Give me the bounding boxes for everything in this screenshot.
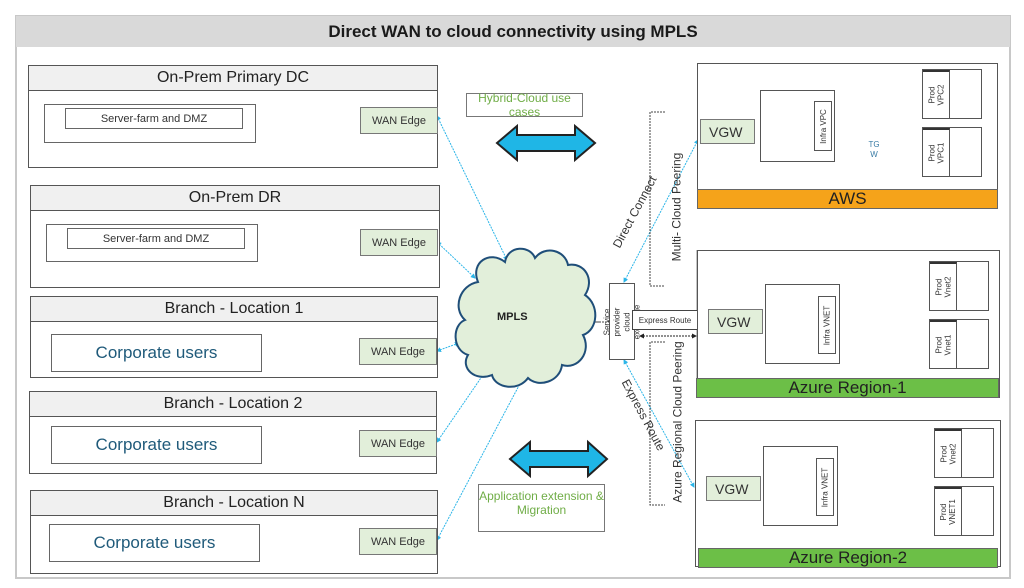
azure1-prod-vnet2: Prod Vnet2 [929, 261, 989, 311]
hybrid-double-arrow [495, 123, 597, 163]
azure2-prod-vnet1: Prod VNET1 [934, 486, 994, 536]
azure-region-2: VGW Infra VNET Prod Vnet2 Prod VNET1 Azu… [695, 420, 1001, 568]
server-farm-label: Server-farm and DMZ [65, 108, 243, 129]
azure-region-1: VGW Infra VNET Prod Vnet2 Prod Vnet1 Azu… [696, 250, 1000, 398]
site-dr: On-Prem DR Server-farm and DMZ WAN Edge [30, 185, 440, 288]
corporate-users: Corporate users [49, 524, 260, 562]
azure1-prod-vnet1: Prod Vnet1 [929, 319, 989, 369]
azure1-infra-vnet: Infra VNET [818, 296, 836, 354]
aws-tgw-label: TG W [868, 140, 880, 159]
wan-edge: WAN Edge [359, 430, 437, 457]
aws-prod-vpc1: Prod VPC1 [922, 127, 982, 177]
multi-cloud-peering-label: Multi- Cloud Peering [669, 152, 684, 262]
corporate-users: Corporate users [51, 334, 262, 372]
multi-cloud-peering-bracket [649, 111, 665, 287]
wan-edge: WAN Edge [360, 229, 438, 256]
server-farm-label: Server-farm and DMZ [67, 228, 245, 249]
link-branch2 [436, 371, 486, 443]
azure2-banner: Azure Region-2 [698, 548, 998, 568]
site-title: On-Prem DR [31, 186, 439, 211]
mpls-label: MPLS [497, 311, 528, 323]
app-double-arrow [508, 439, 609, 479]
app-extension-note: Application extension & Migration [478, 484, 605, 532]
site-branch-n: Branch - Location N Corporate users WAN … [30, 490, 438, 574]
corporate-users: Corporate users [51, 426, 262, 464]
link-primary-dc [436, 115, 508, 261]
wan-edge: WAN Edge [359, 528, 437, 555]
site-title: Branch - Location 1 [31, 297, 437, 322]
azure2-vgw: VGW [706, 476, 761, 501]
site-title: Branch - Location 2 [30, 392, 436, 417]
site-title: On-Prem Primary DC [29, 66, 437, 91]
express-route-box: Express Route [632, 310, 698, 330]
site-title: Branch - Location N [31, 491, 437, 516]
link-branch1 [436, 342, 460, 352]
aws-banner: AWS [697, 189, 998, 209]
azure2-prod-vnet2: Prod Vnet2 [934, 428, 994, 478]
site-primary-dc: On-Prem Primary DC Server-farm and DMZ W… [28, 65, 438, 168]
site-branch-1: Branch - Location 1 Corporate users WAN … [30, 296, 438, 378]
aws-vgw: VGW [700, 119, 755, 144]
aws-region: VGW Infra VPC TG W Prod VPC2 Prod VPC1 A… [697, 63, 998, 209]
hybrid-cloud-note: Hybrid-Cloud use cases [466, 91, 583, 119]
wan-edge: WAN Edge [359, 338, 437, 365]
wan-edge: WAN Edge [360, 107, 438, 134]
link-dr [436, 241, 476, 279]
azure-regional-peering-label: Azure Regional Cloud Peering [670, 341, 685, 503]
azure1-banner: Azure Region-1 [696, 378, 999, 398]
aws-infra-vpc: Infra VPC [814, 101, 832, 151]
aws-prod-vpc2: Prod VPC2 [922, 69, 982, 119]
azure2-infra-vnet: Infra VNET [816, 458, 834, 516]
site-branch-2: Branch - Location 2 Corporate users WAN … [29, 391, 437, 474]
azure1-vgw: VGW [708, 309, 763, 334]
